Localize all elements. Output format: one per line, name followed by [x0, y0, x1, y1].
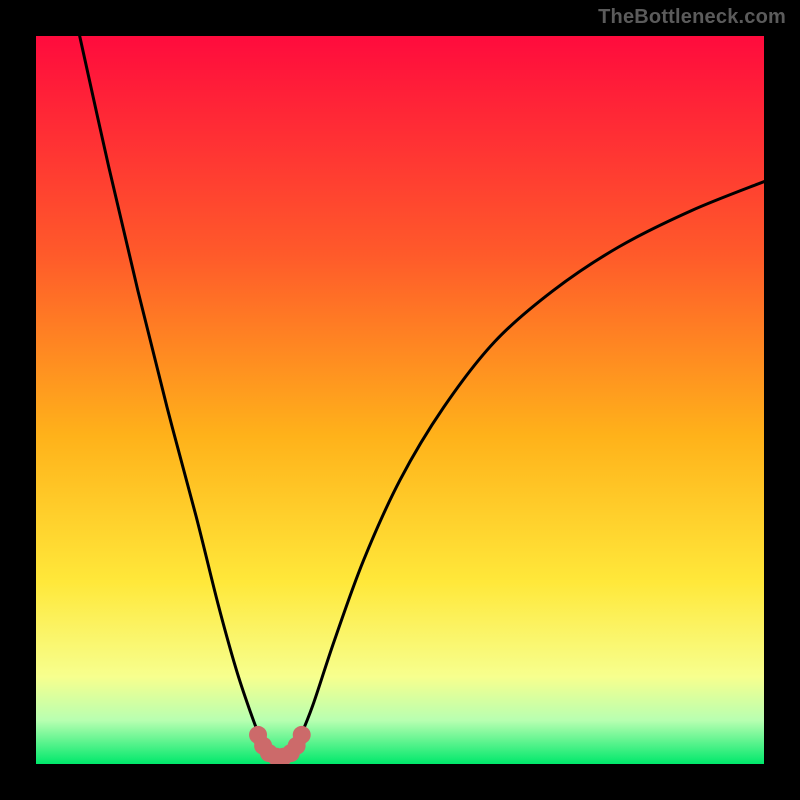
chart-background — [36, 36, 764, 764]
chart-frame: TheBottleneck.com — [0, 0, 800, 800]
plot-area — [36, 36, 764, 764]
watermark-label: TheBottleneck.com — [598, 6, 786, 29]
series-valley-dots-point — [293, 726, 311, 744]
chart-svg — [36, 36, 764, 764]
